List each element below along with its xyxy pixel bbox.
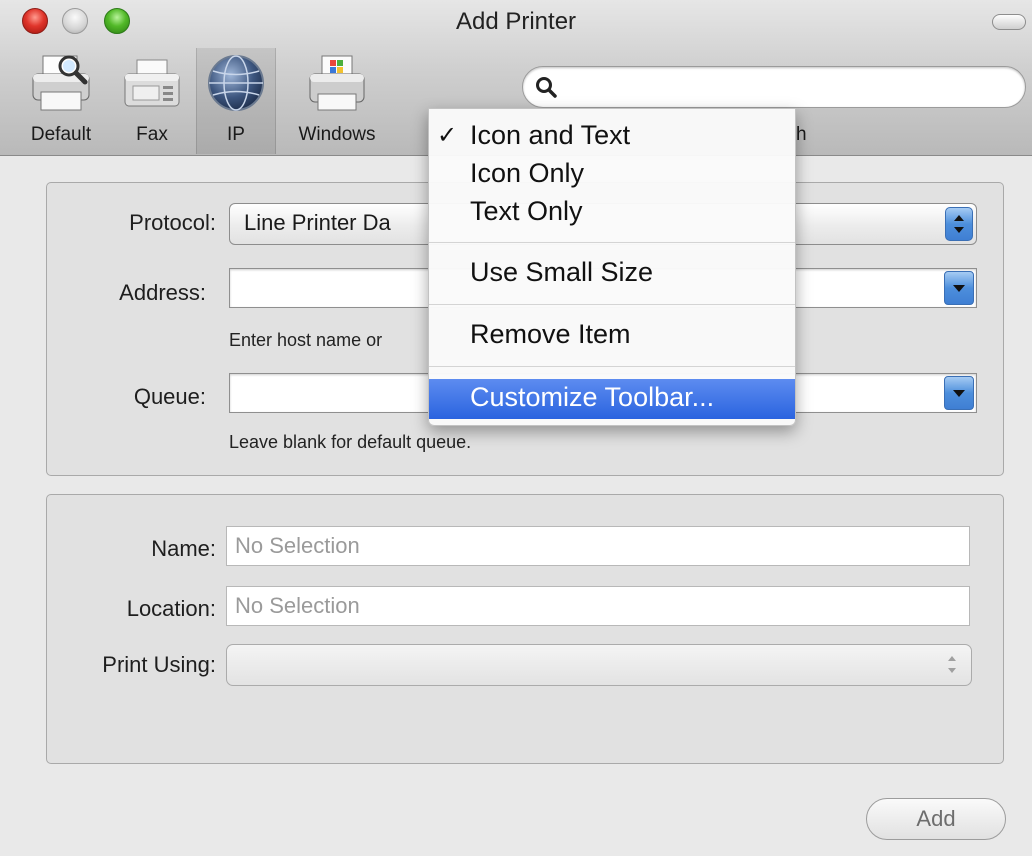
checkmark-icon: ✓ [437,122,458,149]
toolbar-context-menu: ✓ Icon and Text Icon Only Text Only Use … [428,108,796,426]
menu-item-label: Text Only [470,196,583,226]
toolbar-label-windows: Windows [298,124,376,145]
fax-icon [121,52,183,119]
menu-item-label: Icon and Text [470,120,631,150]
protocol-value: Line Printer Da [244,210,391,235]
location-placeholder: No Selection [235,593,360,618]
menu-separator [429,242,795,243]
name-field[interactable]: No Selection [226,526,970,566]
address-label: Address: [119,280,206,305]
popup-arrows-icon [945,207,973,241]
window-title: Add Printer [455,8,577,35]
toolbar-item-windows[interactable]: Windows [282,52,392,152]
menu-item-text-only[interactable]: Text Only [429,193,795,231]
menu-item-customize-toolbar[interactable]: Customize Toolbar... [429,379,795,419]
menu-item-label: Icon Only [470,158,585,188]
toolbar-item-ip[interactable]: IP [196,48,276,154]
default-printer-icon [29,52,93,121]
toolbar-label-fax: Fax [136,124,168,145]
location-label: Location: [126,596,216,621]
menu-item-icon-and-text[interactable]: ✓ Icon and Text [429,117,795,155]
address-hint: Enter host name or [229,330,383,350]
print-using-popup[interactable] [226,644,972,686]
queue-hint: Leave blank for default queue. [229,432,472,452]
protocol-label: Protocol: [129,210,216,235]
name-placeholder: No Selection [235,533,360,558]
toolbar-label-ip: IP [227,124,245,145]
queue-dropdown-button[interactable] [944,376,974,410]
menu-item-icon-only[interactable]: Icon Only [429,155,795,193]
popup-arrows-icon [945,651,959,684]
windows-printer-icon [306,52,368,119]
menu-item-label: Customize Toolbar... [470,382,715,412]
add-printer-window: Add Printer Default Fax IP Windows h Pro… [0,0,1032,856]
toolbar-label-default: Default [30,124,92,145]
menu-item-label: Use Small Size [470,257,654,287]
add-button[interactable]: Add [866,798,1006,840]
print-using-label: Print Using: [102,652,216,677]
name-label: Name: [151,536,216,561]
toolbar-label-search: h [796,124,807,145]
queue-label: Queue: [133,384,206,409]
menu-separator [429,304,795,305]
menu-item-label: Remove Item [470,319,631,349]
toolbar-item-default[interactable]: Default [18,52,104,152]
menu-item-use-small-size[interactable]: Use Small Size [429,254,795,292]
search-icon [535,76,557,103]
toolbar-toggle-button[interactable] [992,14,1026,30]
menu-separator [429,366,795,367]
menu-item-remove-item[interactable]: Remove Item [429,316,795,354]
ip-globe-icon [205,52,267,119]
toolbar-item-fax[interactable]: Fax [118,52,186,152]
location-field[interactable]: No Selection [226,586,970,626]
address-dropdown-button[interactable] [944,271,974,305]
